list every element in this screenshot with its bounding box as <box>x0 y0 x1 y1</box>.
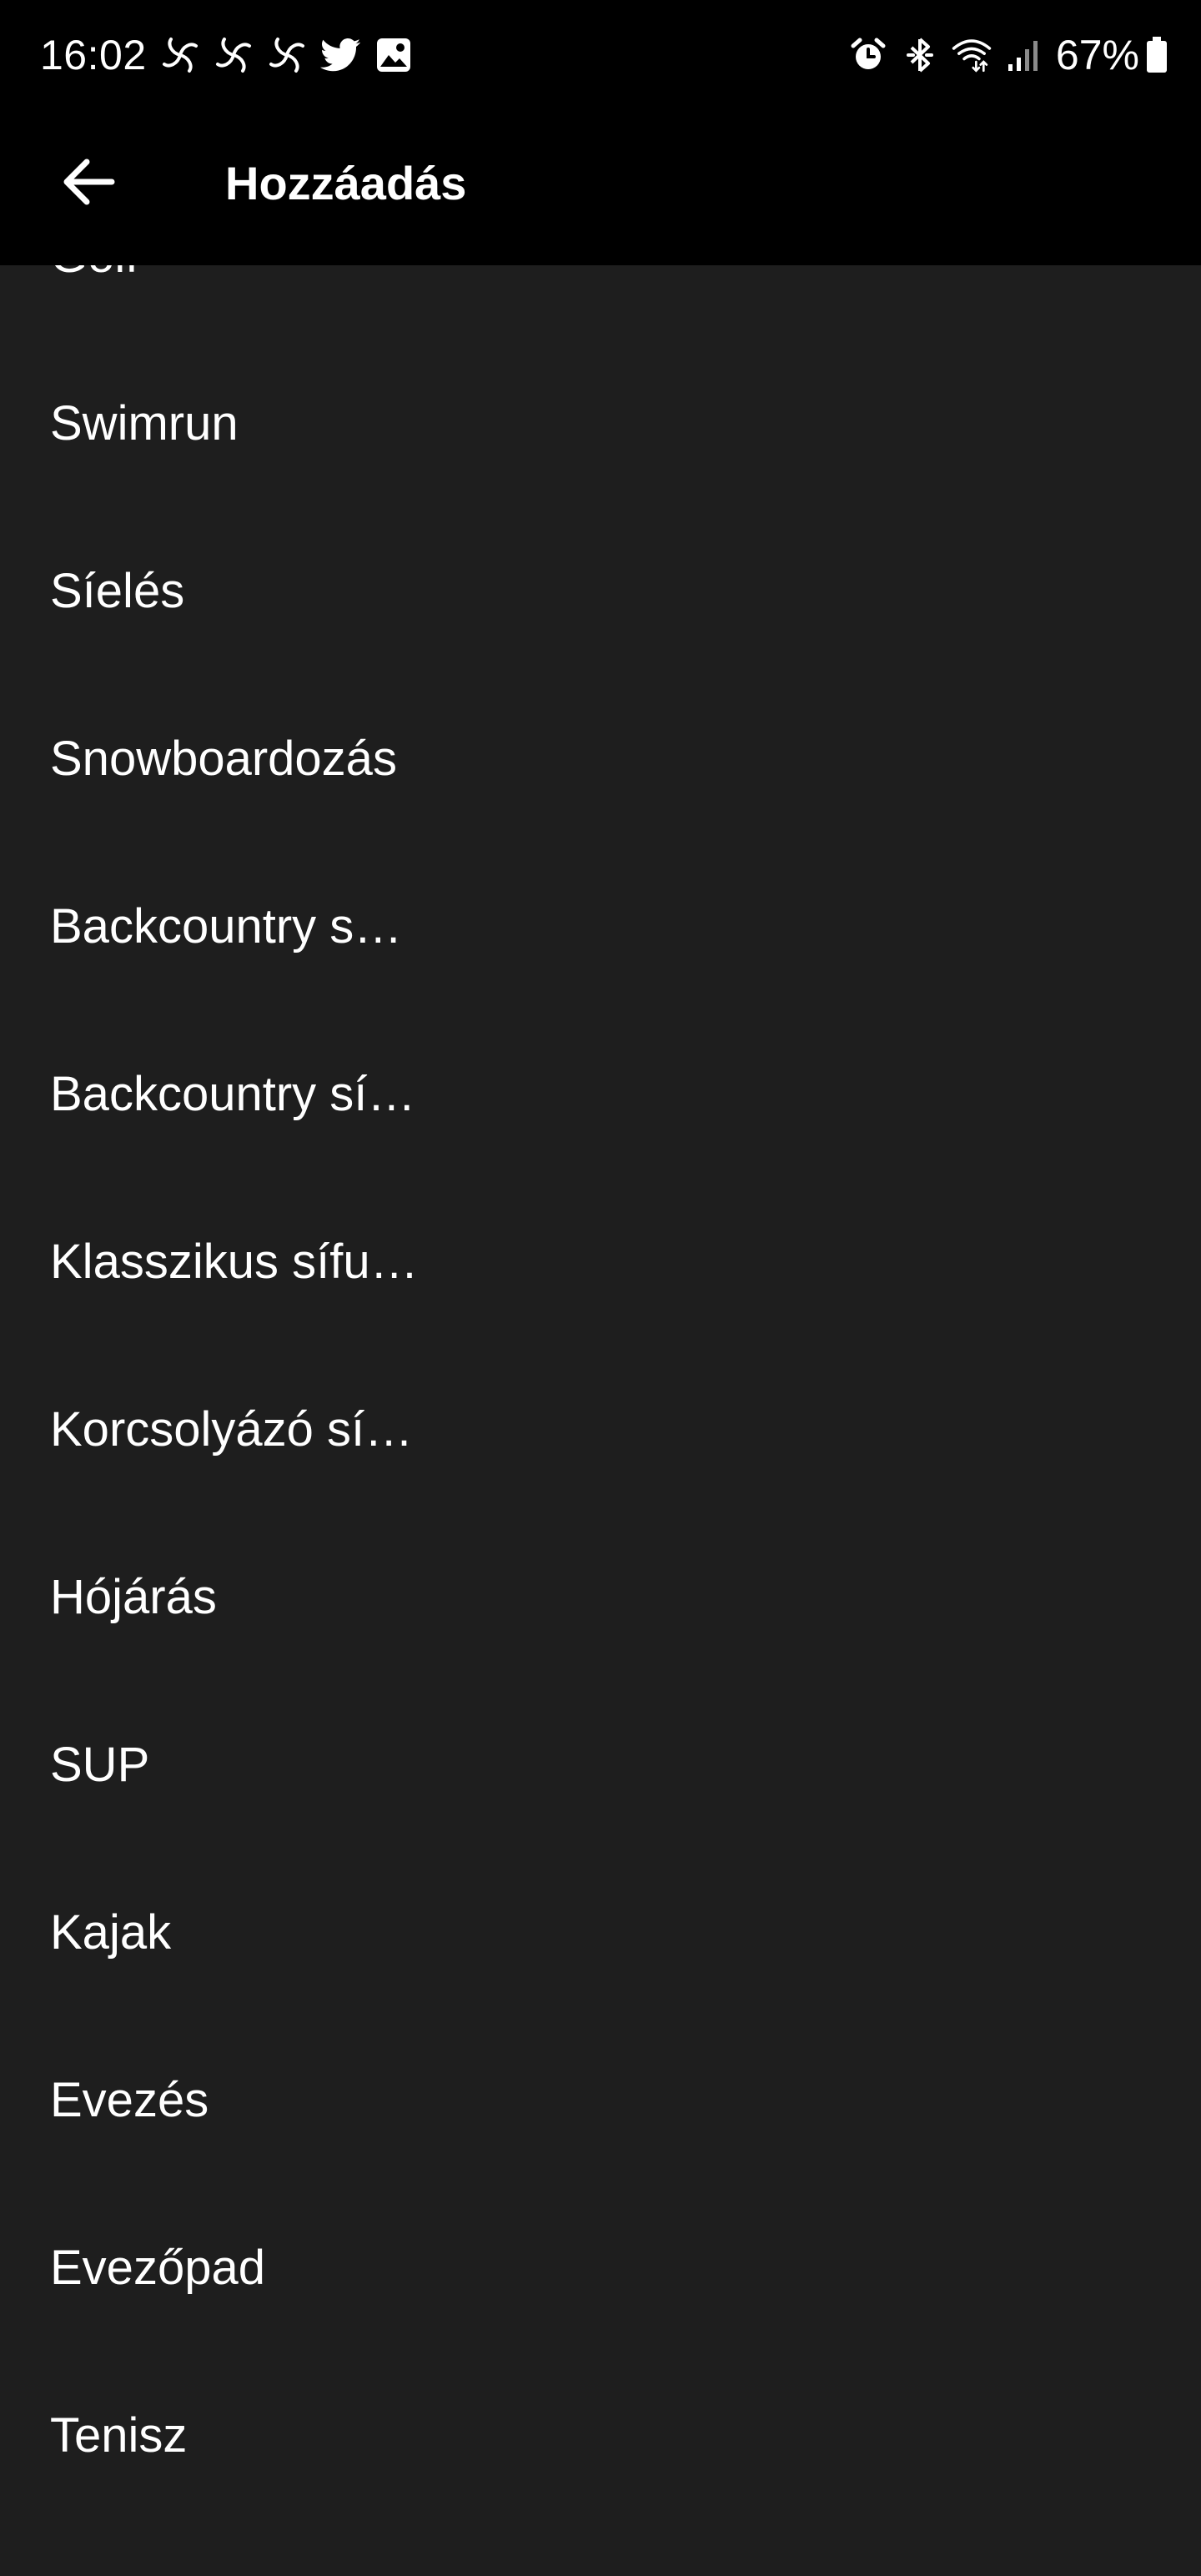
status-bar: 16:02 67% <box>0 0 1201 110</box>
pinwheel-icon <box>158 33 202 77</box>
list-item[interactable]: Backcountry sí… <box>0 1010 1201 1178</box>
list-item[interactable]: Golf <box>0 265 1201 340</box>
list-item-label: Snowboardozás <box>50 732 397 786</box>
list-item-label: Backcountry sí… <box>50 1067 416 1121</box>
battery-percentage: 67% <box>1055 32 1139 78</box>
list-item[interactable]: Evezőpad <box>0 2184 1201 2352</box>
list-item[interactable]: Backcountry s… <box>0 843 1201 1010</box>
battery-icon <box>1146 37 1168 73</box>
list-item-label: Hójárás <box>50 1570 217 1624</box>
twitter-icon <box>319 33 362 77</box>
page-title: Hozzáadás <box>225 157 467 209</box>
list-item-label: Evezés <box>50 2073 209 2127</box>
list-item-label: Swimrun <box>50 396 239 450</box>
list-item-label: Klasszikus sífu… <box>50 1235 419 1289</box>
list-item[interactable]: Snowboardozás <box>0 675 1201 843</box>
wifi-icon <box>951 34 992 76</box>
gallery-icon <box>372 33 415 77</box>
list-item-label: Tenisz <box>50 2408 188 2463</box>
list-item-label: Kajak <box>50 1905 172 1960</box>
sport-list-inner: Golf Swimrun Síelés Snowboardozás Backcountr… <box>0 265 1201 2519</box>
list-item-label: SUP <box>50 1738 150 1792</box>
signal-icon <box>1003 34 1044 76</box>
list-item-label: Korcsolyázó sí… <box>50 1402 414 1457</box>
app-bar: Hozzáadás <box>0 110 1201 265</box>
list-item-label: Golf <box>50 265 138 284</box>
list-item[interactable]: Tenisz <box>0 2352 1201 2519</box>
list-item[interactable]: Hójárás <box>0 1513 1201 1681</box>
status-right: 67% <box>837 25 1168 85</box>
alarm-icon <box>847 34 889 76</box>
list-item[interactable]: Korcsolyázó sí… <box>0 1346 1201 1513</box>
list-item-label: Evezőpad <box>50 2241 265 2295</box>
back-button[interactable] <box>42 137 135 230</box>
list-item-label: Backcountry s… <box>50 899 403 953</box>
list-item[interactable]: Evezés <box>0 2016 1201 2184</box>
status-left: 16:02 <box>40 25 425 85</box>
list-item[interactable]: Kajak <box>0 1849 1201 2016</box>
list-item[interactable]: Swimrun <box>0 340 1201 507</box>
bluetooth-icon <box>899 34 941 76</box>
arrow-left-icon <box>62 158 115 209</box>
list-item[interactable]: Klasszikus sífu… <box>0 1178 1201 1346</box>
list-item-label: Síelés <box>50 564 185 618</box>
list-item[interactable]: Síelés <box>0 507 1201 675</box>
status-time: 16:02 <box>40 32 147 78</box>
pinwheel-icon <box>265 33 309 77</box>
list-item[interactable]: SUP <box>0 1681 1201 1849</box>
pinwheel-icon <box>212 33 255 77</box>
sport-list[interactable]: Golf Swimrun Síelés Snowboardozás Backcountr… <box>0 265 1201 2576</box>
